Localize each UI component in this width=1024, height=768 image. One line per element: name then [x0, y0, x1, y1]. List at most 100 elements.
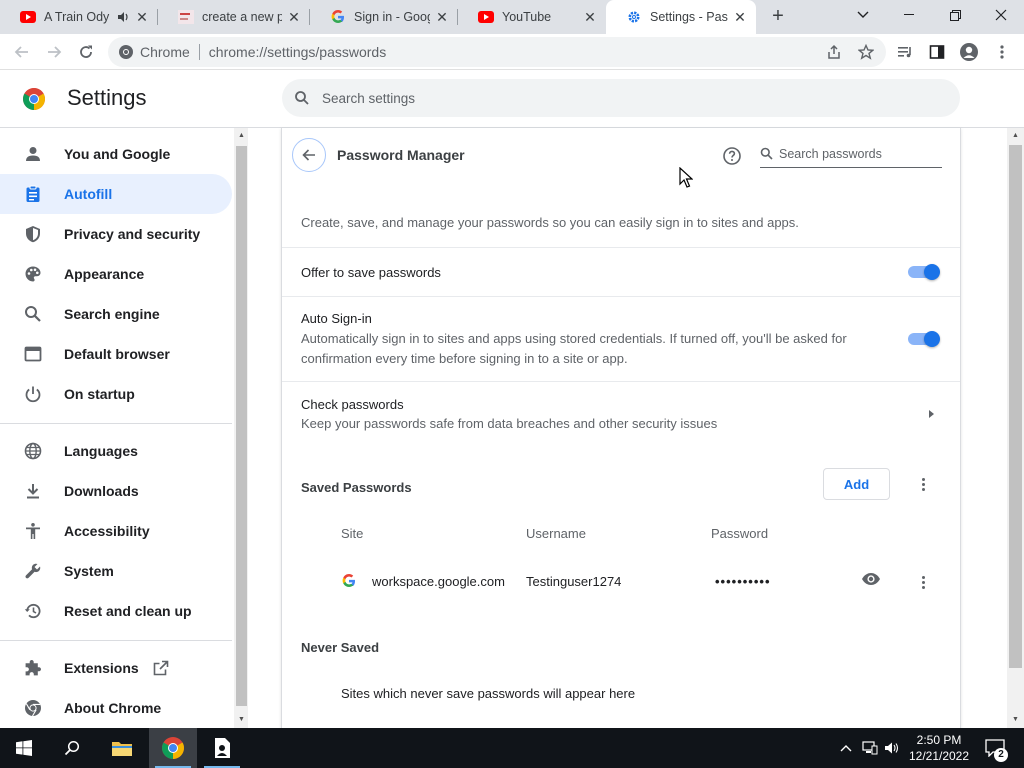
close-tab-icon[interactable]: ✕ — [434, 9, 450, 25]
scroll-up-arrow[interactable]: ▲ — [1010, 130, 1021, 141]
password-search-input[interactable]: Search passwords — [760, 140, 942, 168]
sidebar-item-label: Downloads — [64, 483, 139, 499]
sidebar-item-languages[interactable]: Languages — [0, 431, 232, 471]
settings-search-placeholder: Search settings — [322, 90, 416, 106]
chrome-icon — [22, 697, 44, 719]
youtube-icon — [20, 9, 36, 25]
offer-to-save-row[interactable]: Offer to save passwords — [282, 247, 960, 296]
settings-title: Settings — [67, 85, 147, 110]
minimize-icon[interactable] — [886, 0, 932, 30]
close-tab-icon[interactable]: ✕ — [134, 9, 150, 25]
add-password-button[interactable]: Add — [823, 468, 890, 500]
sidebar-item-on-startup[interactable]: On startup — [0, 374, 232, 414]
saved-password-masked: •••••••••• — [715, 574, 771, 589]
url-text[interactable]: chrome://settings/passwords — [209, 44, 386, 60]
saved-site[interactable]: workspace.google.com — [372, 574, 505, 589]
close-tab-icon[interactable]: ✕ — [286, 9, 302, 25]
profile-avatar-icon[interactable] — [957, 40, 981, 64]
share-icon[interactable] — [822, 40, 846, 64]
media-controls-icon[interactable] — [893, 40, 917, 64]
wrench-icon — [22, 560, 44, 582]
tray-chevron-up-icon[interactable] — [838, 740, 854, 756]
forward-arrow-icon[interactable] — [42, 40, 66, 64]
tab-search-icon[interactable] — [840, 0, 886, 30]
sidebar-item-system[interactable]: System — [0, 551, 232, 591]
chrome-taskbar-icon[interactable] — [149, 728, 197, 768]
sidebar-item-accessibility[interactable]: Accessibility — [0, 511, 232, 551]
saved-passwords-heading: Saved Passwords — [301, 480, 412, 495]
sidebar-item-appearance[interactable]: Appearance — [0, 254, 232, 294]
main-scroll-thumb[interactable] — [1009, 145, 1022, 668]
column-header-site: Site — [341, 526, 364, 541]
sidebar-item-label: On startup — [64, 386, 135, 402]
close-window-icon[interactable] — [978, 0, 1024, 30]
sidebar-item-privacy-security[interactable]: Privacy and security — [0, 214, 232, 254]
sidebar-scroll-thumb[interactable] — [236, 146, 247, 706]
tab-title: YouTube — [502, 10, 552, 24]
row-more-options-icon[interactable] — [913, 572, 933, 592]
never-saved-empty-text: Sites which never save passwords will ap… — [341, 686, 636, 701]
saved-username: Testinguser1274 — [526, 574, 622, 589]
side-panel-icon[interactable] — [925, 40, 949, 64]
reload-icon[interactable] — [74, 40, 98, 64]
address-bar[interactable]: Chrome chrome://settings/passwords — [108, 37, 886, 67]
back-arrow-icon[interactable] — [10, 40, 34, 64]
offer-to-save-toggle[interactable] — [908, 264, 940, 280]
windows-start-icon[interactable] — [0, 728, 48, 768]
bookmark-star-icon[interactable] — [854, 40, 878, 64]
page-title: Password Manager — [337, 147, 465, 163]
sidebar-item-label: Autofill — [64, 186, 113, 202]
sidebar-item-label: Accessibility — [64, 523, 150, 539]
person-icon — [22, 143, 44, 165]
password-manager-card: Password Manager Search passwords Create… — [281, 128, 961, 728]
chrome-menu-icon[interactable] — [990, 40, 1014, 64]
search-icon — [22, 303, 44, 325]
scroll-up-arrow[interactable]: ▲ — [236, 130, 247, 141]
accessibility-icon — [22, 520, 44, 542]
globe-icon — [22, 440, 44, 462]
tab-a-train-odyssey[interactable]: A Train Ody ✕ — [0, 0, 158, 34]
more-options-icon[interactable] — [913, 474, 933, 494]
network-icon[interactable] — [862, 740, 878, 756]
sidebar-item-downloads[interactable]: Downloads — [0, 471, 232, 511]
sidebar-item-search-engine[interactable]: Search engine — [0, 294, 232, 334]
chevron-right-icon[interactable] — [929, 410, 934, 418]
taskbar-search-icon[interactable] — [48, 728, 96, 768]
taskbar-clock[interactable]: 2:50 PM 12/21/2022 — [904, 732, 974, 764]
check-passwords-label: Check passwords — [301, 397, 404, 412]
sidebar-item-extensions[interactable]: Extensions — [0, 648, 232, 688]
tab-settings-passwords[interactable]: Settings - Passw ✕ — [606, 0, 756, 34]
notification-count-badge: 2 — [994, 748, 1008, 762]
close-tab-icon[interactable]: ✕ — [732, 9, 748, 25]
sidebar-item-you-and-google[interactable]: You and Google — [0, 134, 232, 174]
sidebar-item-autofill[interactable]: Autofill — [0, 174, 232, 214]
clipboard-icon — [22, 183, 44, 205]
mouse-cursor-icon — [679, 166, 694, 189]
puzzle-icon — [22, 657, 44, 679]
sidebar-item-about-chrome[interactable]: About Chrome — [0, 688, 232, 728]
new-tab-button[interactable]: + — [766, 5, 790, 29]
chrome-page-icon — [118, 44, 134, 60]
back-button[interactable] — [292, 138, 326, 172]
speaker-icon[interactable] — [116, 10, 130, 24]
check-passwords-row[interactable]: Check passwords Keep your passwords safe… — [282, 381, 960, 453]
user-document-icon[interactable] — [198, 728, 246, 768]
help-icon[interactable] — [722, 146, 742, 166]
browser-icon — [22, 343, 44, 365]
tab-create-new-page[interactable]: create a new pa ✕ — [158, 0, 310, 34]
chrome-chip: Chrome — [140, 44, 190, 60]
scroll-down-arrow[interactable]: ▼ — [1010, 714, 1021, 725]
auto-signin-toggle[interactable] — [908, 331, 940, 347]
sidebar-item-default-browser[interactable]: Default browser — [0, 334, 232, 374]
tab-sign-in-google[interactable]: Sign in - Google ✕ — [310, 0, 458, 34]
volume-icon[interactable] — [884, 740, 900, 756]
tab-youtube[interactable]: YouTube ✕ — [458, 0, 606, 34]
file-explorer-icon[interactable] — [98, 728, 146, 768]
restore-icon[interactable] — [932, 0, 978, 30]
close-tab-icon[interactable]: ✕ — [582, 9, 598, 25]
scroll-down-arrow[interactable]: ▼ — [236, 714, 247, 725]
auto-signin-row[interactable]: Auto Sign-in Automatically sign in to si… — [282, 296, 960, 381]
sidebar-item-reset-clean-up[interactable]: Reset and clean up — [0, 591, 232, 631]
settings-search-input[interactable]: Search settings — [282, 79, 960, 117]
show-password-eye-icon[interactable] — [861, 572, 883, 590]
